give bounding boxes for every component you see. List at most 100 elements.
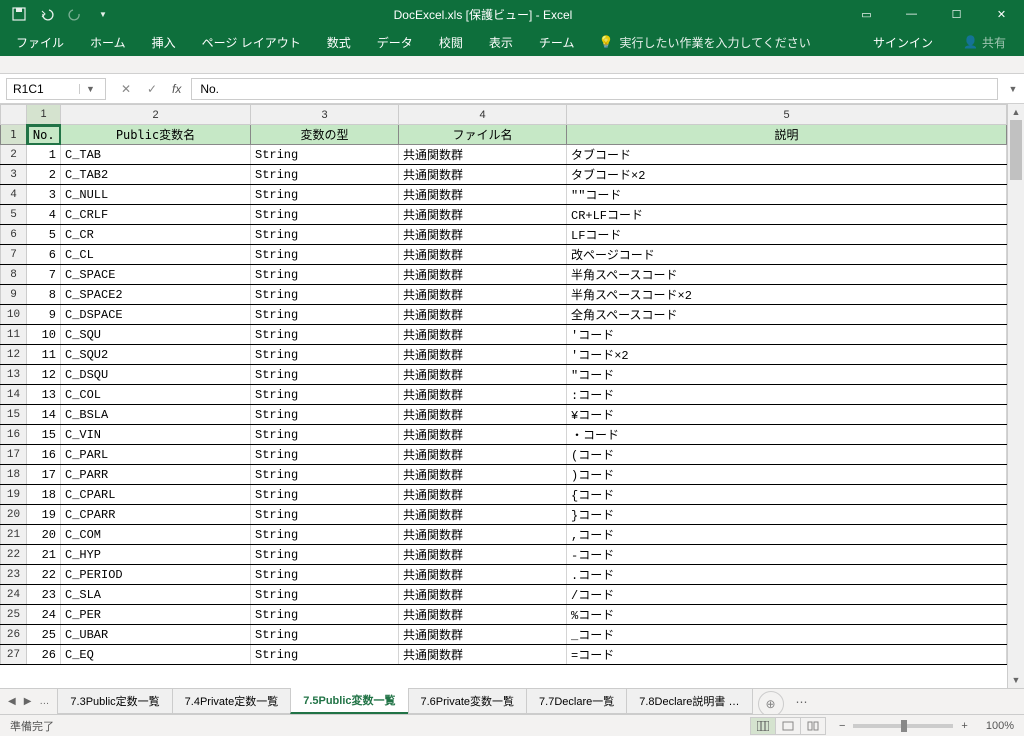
row-header[interactable]: 5 <box>1 205 27 225</box>
cell[interactable]: String <box>251 565 399 585</box>
ribbon-tab-5[interactable]: データ <box>365 28 425 56</box>
cell[interactable]: )コード <box>567 465 1007 485</box>
ribbon-tab-6[interactable]: 校閲 <box>427 28 475 56</box>
cell[interactable]: C_SPACE2 <box>61 285 251 305</box>
cell[interactable]: String <box>251 325 399 345</box>
cancel-formula-button[interactable]: ✕ <box>114 78 138 100</box>
cell[interactable]: String <box>251 505 399 525</box>
column-header[interactable]: 5 <box>567 105 1007 125</box>
cell[interactable]: C_TAB <box>61 145 251 165</box>
view-page-break-button[interactable] <box>800 717 826 735</box>
cell[interactable]: 共通関数群 <box>399 325 567 345</box>
cell[interactable]: C_DSQU <box>61 365 251 385</box>
table-header-cell[interactable]: ファイル名 <box>399 125 567 145</box>
cell[interactable]: String <box>251 485 399 505</box>
cell[interactable]: CR+LFコード <box>567 205 1007 225</box>
sign-in-link[interactable]: サインイン <box>859 28 947 56</box>
cell[interactable]: 共通関数群 <box>399 345 567 365</box>
row-header[interactable]: 10 <box>1 305 27 325</box>
sheet-nav-more-icon[interactable]: … <box>39 696 49 707</box>
cell[interactable]: タブコード <box>567 145 1007 165</box>
cell[interactable]: 共通関数群 <box>399 185 567 205</box>
ribbon-tab-8[interactable]: チーム <box>527 28 587 56</box>
cell[interactable]: 15 <box>27 425 61 445</box>
row-header[interactable]: 22 <box>1 545 27 565</box>
cell[interactable]: 共通関数群 <box>399 545 567 565</box>
zoom-level-label[interactable]: 100% <box>986 720 1014 732</box>
save-button[interactable] <box>6 2 32 26</box>
cell[interactable]: 10 <box>27 325 61 345</box>
column-header[interactable]: 4 <box>399 105 567 125</box>
name-box-dropdown-icon[interactable]: ▼ <box>79 84 101 94</box>
cell[interactable]: String <box>251 305 399 325</box>
redo-button[interactable] <box>62 2 88 26</box>
cell[interactable]: 半角スペースコード <box>567 265 1007 285</box>
cell[interactable]: {コード <box>567 485 1007 505</box>
cell[interactable]: -コード <box>567 545 1007 565</box>
cell[interactable]: 共通関数群 <box>399 505 567 525</box>
cell[interactable]: C_PER <box>61 605 251 625</box>
cell[interactable]: String <box>251 185 399 205</box>
cell[interactable]: =コード <box>567 645 1007 665</box>
row-header[interactable]: 3 <box>1 165 27 185</box>
cell[interactable]: 'コード×2 <box>567 345 1007 365</box>
cell[interactable]: String <box>251 165 399 185</box>
cell[interactable]: C_SQU2 <box>61 345 251 365</box>
sheet-nav-prev-icon[interactable]: ◀ <box>8 696 16 707</box>
cell[interactable]: C_PARR <box>61 465 251 485</box>
cell[interactable]: 共通関数群 <box>399 165 567 185</box>
minimize-button[interactable]: — <box>889 0 934 28</box>
ribbon-tab-2[interactable]: 挿入 <box>140 28 188 56</box>
cell[interactable]: C_CPARL <box>61 485 251 505</box>
cell[interactable]: 共通関数群 <box>399 445 567 465</box>
sheet-nav-next-icon[interactable]: ▶ <box>24 696 32 707</box>
cell[interactable]: String <box>251 205 399 225</box>
cell[interactable]: String <box>251 645 399 665</box>
cell[interactable]: ,コード <box>567 525 1007 545</box>
cell[interactable]: String <box>251 145 399 165</box>
cell[interactable]: C_CPARR <box>61 505 251 525</box>
row-header[interactable]: 14 <box>1 385 27 405</box>
cell[interactable]: 共通関数群 <box>399 225 567 245</box>
cell[interactable]: C_CL <box>61 245 251 265</box>
cell[interactable]: 13 <box>27 385 61 405</box>
scroll-thumb[interactable] <box>1010 120 1022 180</box>
cell[interactable]: 共通関数群 <box>399 305 567 325</box>
formula-input[interactable] <box>191 78 998 100</box>
cell[interactable]: 共通関数群 <box>399 565 567 585</box>
cell[interactable]: 共通関数群 <box>399 205 567 225</box>
column-header[interactable]: 1 <box>27 105 61 125</box>
cell[interactable]: String <box>251 445 399 465</box>
row-header[interactable]: 4 <box>1 185 27 205</box>
row-header[interactable]: 13 <box>1 365 27 385</box>
sheet-tabs-overflow-icon[interactable]: ⋯ <box>790 689 814 714</box>
cell[interactable]: %コード <box>567 605 1007 625</box>
cell[interactable]: C_SPACE <box>61 265 251 285</box>
cell[interactable]: 半角スペースコード×2 <box>567 285 1007 305</box>
zoom-slider-handle[interactable] <box>901 720 907 732</box>
cell[interactable]: 26 <box>27 645 61 665</box>
cell[interactable]: タブコード×2 <box>567 165 1007 185</box>
cell[interactable]: 17 <box>27 465 61 485</box>
cell[interactable]: 共通関数群 <box>399 625 567 645</box>
table-header-cell[interactable]: 変数の型 <box>251 125 399 145</box>
expand-formula-bar-icon[interactable]: ▼ <box>1002 84 1024 94</box>
cell[interactable]: 4 <box>27 205 61 225</box>
row-header[interactable]: 1 <box>1 125 27 145</box>
maximize-button[interactable]: ☐ <box>934 0 979 28</box>
cell[interactable]: C_DSPACE <box>61 305 251 325</box>
ribbon-options-button[interactable]: ▭ <box>844 0 889 28</box>
cell[interactable]: String <box>251 345 399 365</box>
row-header[interactable]: 26 <box>1 625 27 645</box>
cell[interactable]: 改ページコード <box>567 245 1007 265</box>
column-header[interactable]: 3 <box>251 105 399 125</box>
cell[interactable]: C_SQU <box>61 325 251 345</box>
cell[interactable]: 1 <box>27 145 61 165</box>
cell[interactable]: C_NULL <box>61 185 251 205</box>
cell[interactable]: LFコード <box>567 225 1007 245</box>
cell[interactable]: ""コード <box>567 185 1007 205</box>
cell[interactable]: /コード <box>567 585 1007 605</box>
ribbon-tab-0[interactable]: ファイル <box>4 28 76 56</box>
cell[interactable]: 16 <box>27 445 61 465</box>
cell[interactable]: C_EQ <box>61 645 251 665</box>
